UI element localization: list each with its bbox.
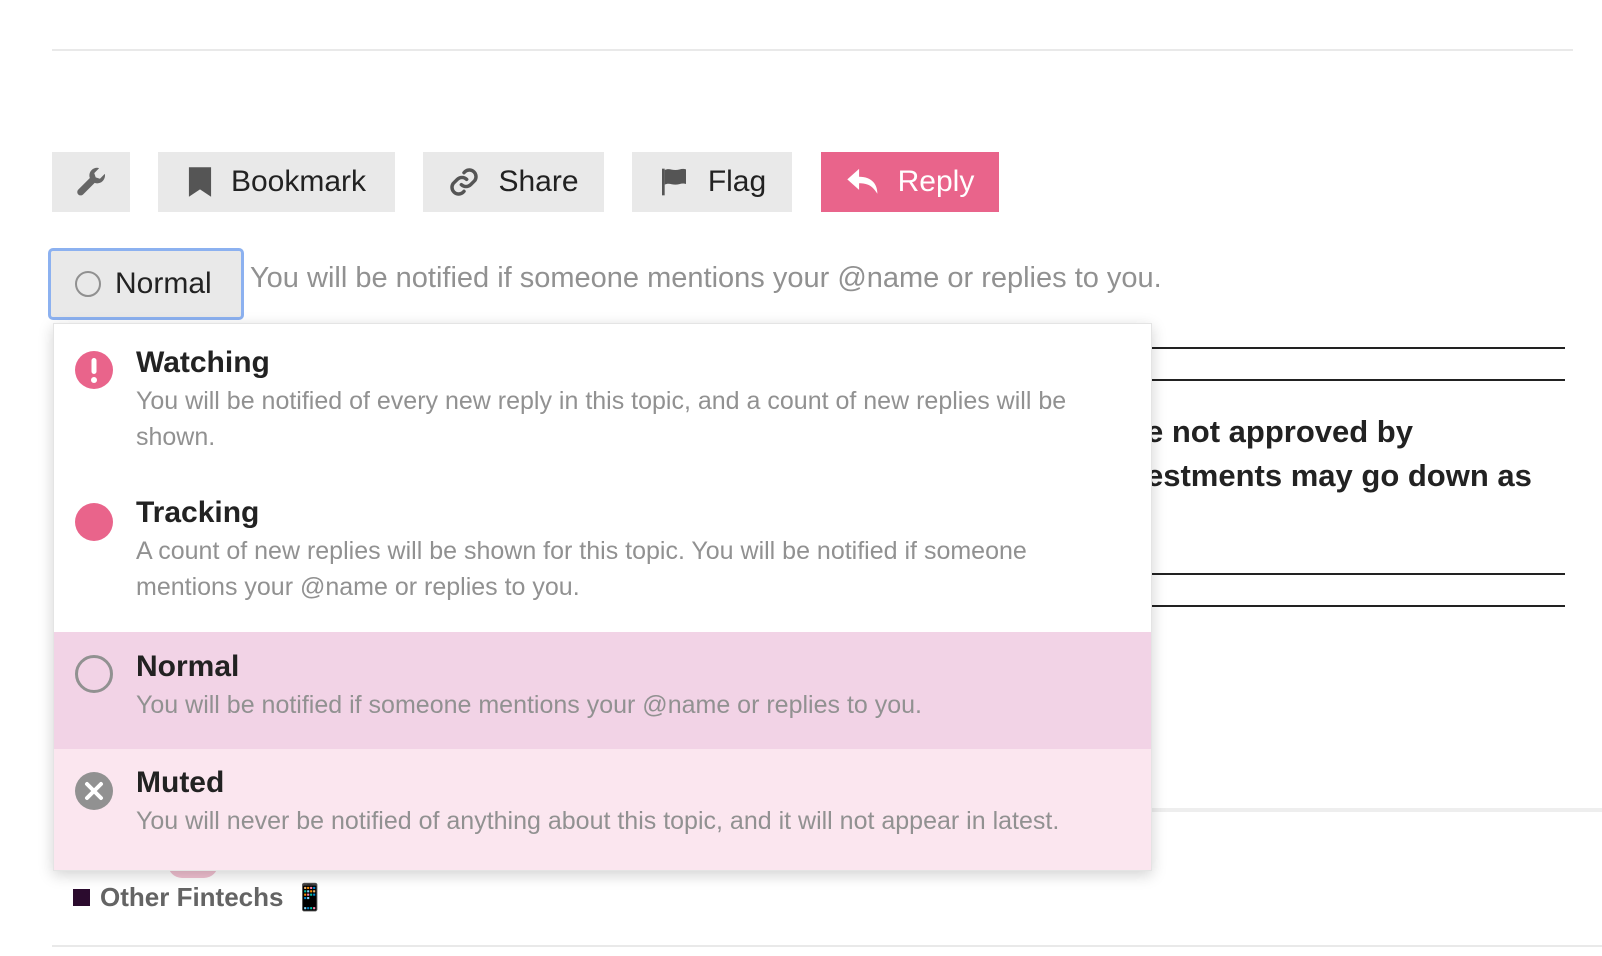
option-muted[interactable]: Muted You will never be notified of anyt…: [54, 749, 1151, 870]
option-title: Watching: [136, 346, 270, 379]
reply-arrow-icon: [846, 167, 880, 197]
admin-wrench-button[interactable]: [52, 152, 130, 212]
x-circle-icon: [74, 771, 114, 811]
option-title: Tracking: [136, 496, 260, 529]
bookmark-icon: [187, 166, 213, 198]
flag-label: Flag: [707, 165, 767, 198]
reply-button[interactable]: Reply: [821, 152, 999, 212]
share-button[interactable]: Share: [423, 152, 604, 212]
notification-level-description: You will be notified if someone mentions…: [250, 262, 1162, 294]
wrench-icon: [74, 165, 108, 199]
option-title: Muted: [136, 766, 225, 799]
option-description: You will be notified if someone mentions…: [136, 691, 922, 719]
exclamation-circle-icon: [74, 350, 114, 390]
background-text-line: estments may go down as: [1146, 458, 1532, 493]
option-tracking[interactable]: Tracking A count of new replies will be …: [54, 478, 1151, 632]
notification-level-label: Normal: [115, 267, 212, 300]
bookmark-label: Bookmark: [230, 165, 367, 198]
content-rule: [1150, 347, 1565, 349]
background-text-line: e not approved by: [1146, 414, 1413, 449]
empty-circle-icon: [74, 654, 114, 694]
option-description: A count of new replies will be shown for…: [136, 537, 1027, 601]
link-icon: [448, 166, 480, 198]
option-description: You will be notified of every new reply …: [136, 387, 1067, 451]
flag-icon: [658, 166, 690, 198]
filled-circle-icon: [74, 502, 114, 542]
content-rule: [1150, 605, 1565, 607]
notification-level-dropdown: Watching You will be notified of every n…: [53, 323, 1152, 871]
notification-level-button[interactable]: Normal: [48, 248, 244, 320]
option-description: You will never be notified of anything a…: [136, 807, 1060, 835]
flag-button[interactable]: Flag: [632, 152, 792, 212]
bottom-divider: [52, 945, 1602, 947]
option-watching[interactable]: Watching You will be notified of every n…: [54, 324, 1151, 478]
option-normal[interactable]: Normal You will be notified if someone m…: [54, 632, 1151, 749]
empty-circle-icon: [75, 271, 101, 297]
top-divider: [52, 49, 1573, 51]
content-divider: [1150, 808, 1602, 812]
category-link[interactable]: Other Fintechs 📱: [73, 882, 326, 913]
phone-emoji: 📱: [293, 882, 326, 913]
category-color-badge: [73, 889, 90, 906]
share-label: Share: [498, 165, 579, 198]
content-rule: [1150, 573, 1565, 575]
bookmark-button[interactable]: Bookmark: [158, 152, 395, 212]
category-label: Other Fintechs: [100, 882, 284, 912]
reply-label: Reply: [897, 165, 975, 198]
option-title: Normal: [136, 650, 240, 683]
content-rule: [1150, 379, 1565, 381]
